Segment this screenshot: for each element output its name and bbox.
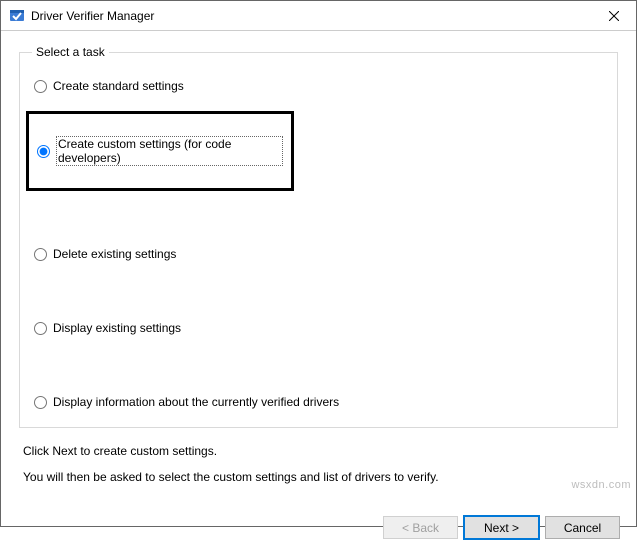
info-text-area: Click Next to create custom settings. Yo… — [19, 428, 618, 500]
back-button: < Back — [383, 516, 458, 539]
app-icon — [9, 8, 25, 24]
task-groupbox-legend: Select a task — [32, 45, 109, 59]
cancel-button[interactable]: Cancel — [545, 516, 620, 539]
radio-create-standard-input[interactable] — [34, 80, 47, 93]
task-groupbox: Select a task Create standard settings C… — [19, 45, 618, 428]
radio-display-existing-input[interactable] — [34, 322, 47, 335]
titlebar: Driver Verifier Manager — [1, 1, 636, 31]
radio-display-existing-label[interactable]: Display existing settings — [53, 321, 181, 335]
radio-display-info-input[interactable] — [34, 396, 47, 409]
window-frame: Driver Verifier Manager Select a task Cr… — [0, 0, 637, 527]
client-area: Select a task Create standard settings C… — [1, 31, 636, 508]
radio-create-standard[interactable]: Create standard settings — [32, 75, 605, 97]
radio-display-info-label[interactable]: Display information about the currently … — [53, 395, 339, 409]
radio-create-custom-input[interactable] — [37, 145, 50, 158]
wizard-button-bar: < Back Next > Cancel — [1, 508, 636, 551]
next-button[interactable]: Next > — [464, 516, 539, 539]
window-title: Driver Verifier Manager — [31, 9, 591, 23]
radio-create-custom-label[interactable]: Create custom settings (for code develop… — [56, 136, 283, 166]
radio-create-standard-label[interactable]: Create standard settings — [53, 79, 184, 93]
radio-display-existing[interactable]: Display existing settings — [32, 317, 605, 339]
radio-delete-existing-input[interactable] — [34, 248, 47, 261]
info-line-2: You will then be asked to select the cus… — [23, 470, 614, 484]
radio-display-info[interactable]: Display information about the currently … — [32, 391, 605, 413]
close-button[interactable] — [591, 1, 636, 31]
radio-delete-existing-label[interactable]: Delete existing settings — [53, 247, 176, 261]
close-icon — [609, 11, 619, 21]
radio-delete-existing[interactable]: Delete existing settings — [32, 243, 605, 265]
info-line-1: Click Next to create custom settings. — [23, 444, 614, 458]
highlight-annotation: Create custom settings (for code develop… — [26, 111, 294, 191]
radio-create-custom[interactable]: Create custom settings (for code develop… — [35, 134, 285, 168]
